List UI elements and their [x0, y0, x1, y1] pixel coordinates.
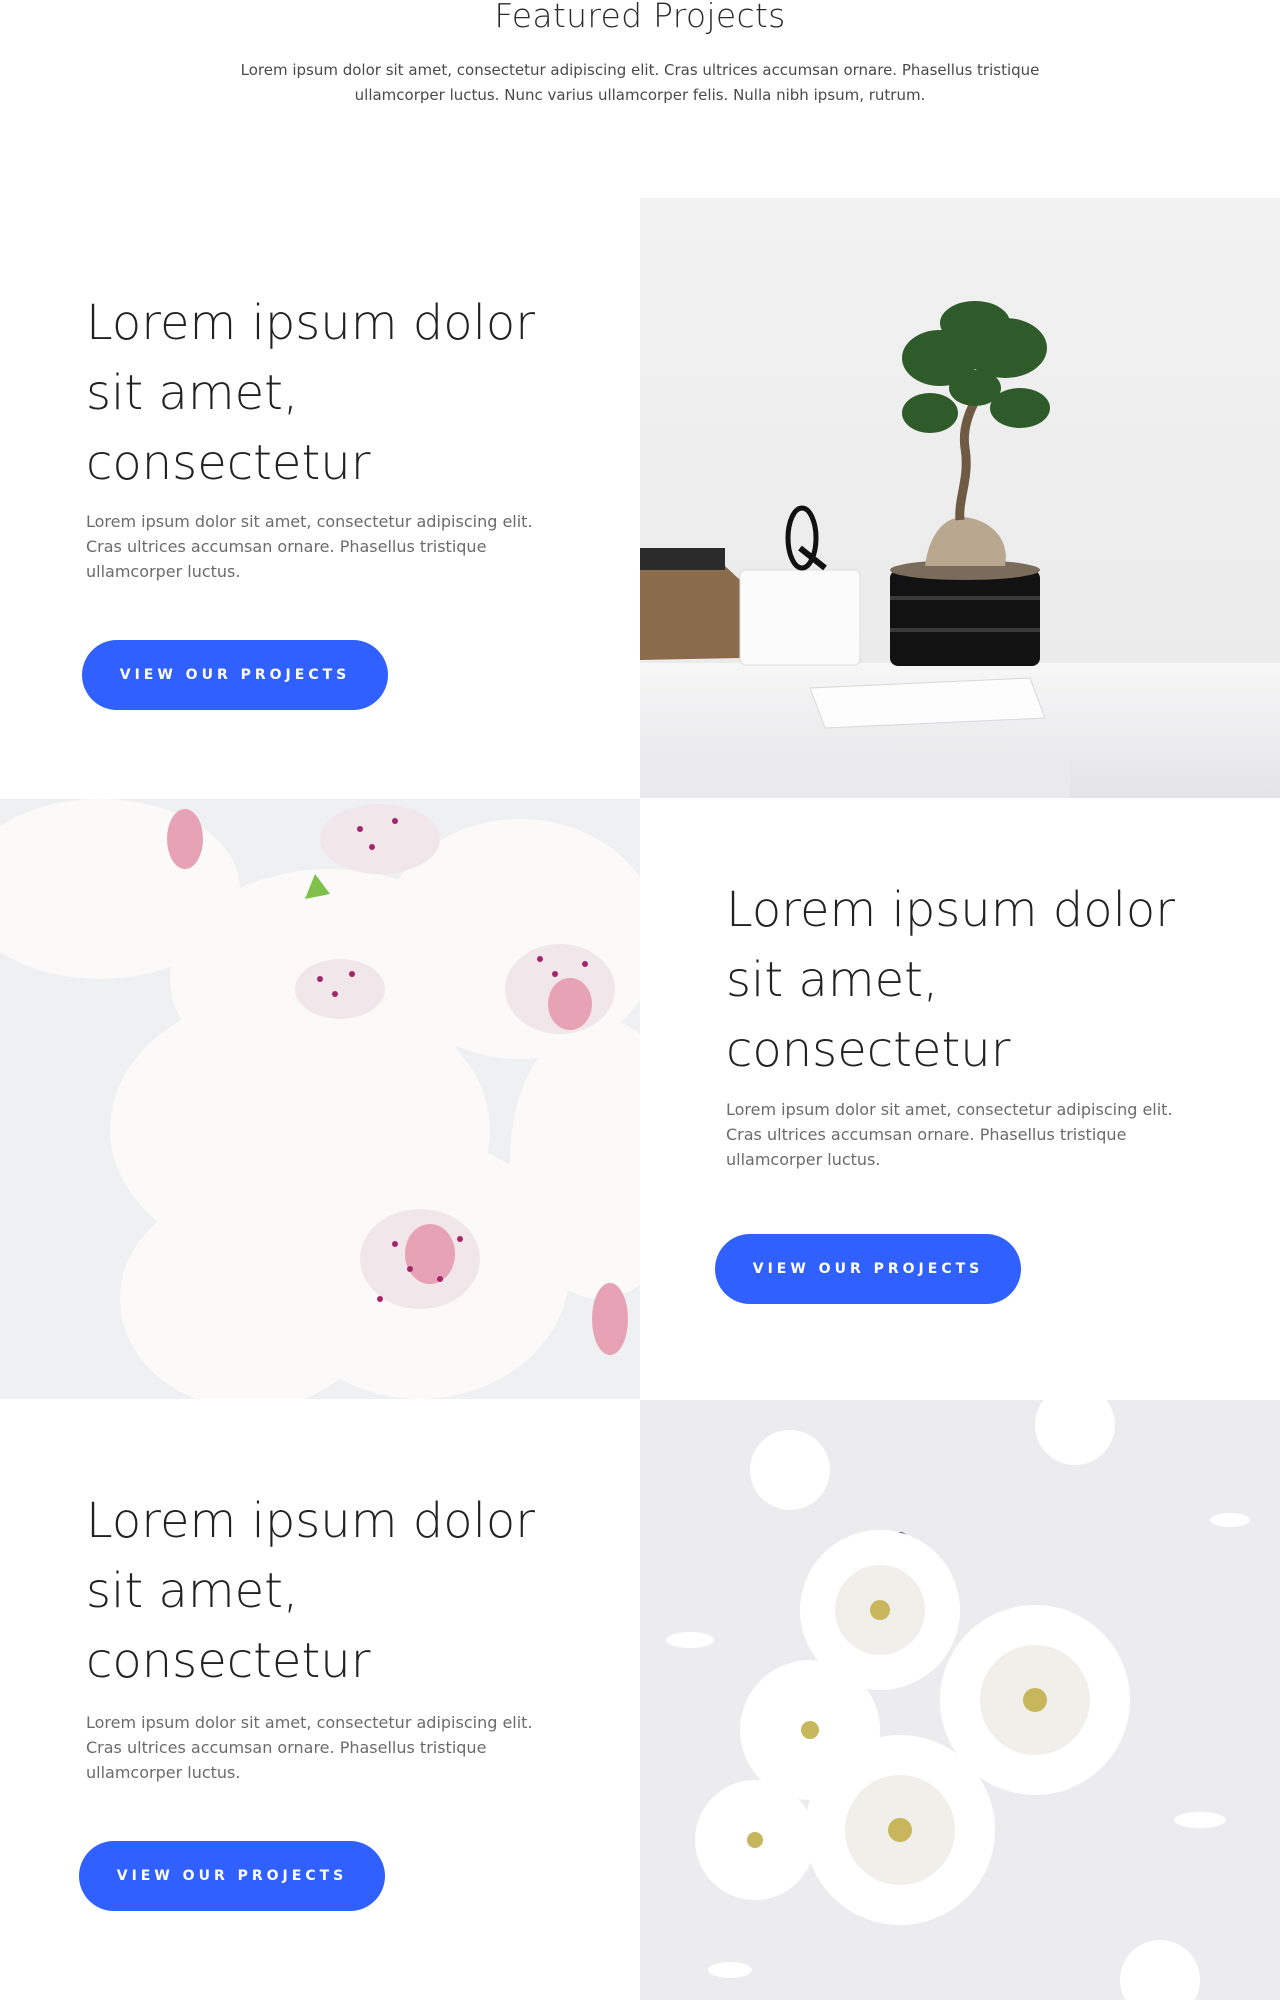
view-projects-button[interactable]: VIEW OUR PROJECTS — [82, 640, 388, 710]
project-image-chrysanthemums — [640, 1400, 1280, 2000]
project-row-2: Lorem ipsum dolor sit amet, consectetur … — [0, 799, 1280, 1399]
project-title: Lorem ipsum dolor sit amet, consectetur — [86, 1493, 536, 1689]
bonsai-desk-image — [640, 198, 1280, 798]
section-title: Featured Projects — [494, 0, 786, 35]
view-projects-button[interactable]: VIEW OUR PROJECTS — [715, 1234, 1021, 1304]
project-text-2: Lorem ipsum dolor sit amet, consectetur … — [640, 799, 1280, 1399]
project-text-3: Lorem ipsum dolor sit amet, consectetur … — [0, 1400, 640, 2000]
white-orchids-image — [0, 799, 640, 1399]
project-row-1: Lorem ipsum dolor sit amet, consectetur … — [0, 198, 1280, 798]
project-description: Lorem ipsum dolor sit amet, consectetur … — [86, 1713, 533, 1782]
project-title: Lorem ipsum dolor sit amet, consectetur — [86, 295, 536, 491]
project-description: Lorem ipsum dolor sit amet, consectetur … — [726, 1100, 1173, 1169]
project-row-3: Lorem ipsum dolor sit amet, consectetur … — [0, 1400, 1280, 2000]
featured-projects-header: Featured Projects Lorem ipsum dolor sit … — [0, 0, 1280, 198]
project-title: Lorem ipsum dolor sit amet, consectetur — [726, 882, 1176, 1078]
project-text-1: Lorem ipsum dolor sit amet, consectetur … — [0, 198, 640, 798]
project-description: Lorem ipsum dolor sit amet, consectetur … — [86, 512, 533, 581]
white-chrysanthemums-image — [640, 1400, 1280, 2000]
project-image-orchids — [0, 799, 640, 1399]
section-description: Lorem ipsum dolor sit amet, consectetur … — [240, 61, 1040, 104]
project-image-bonsai — [640, 198, 1280, 798]
view-projects-button[interactable]: VIEW OUR PROJECTS — [79, 1841, 385, 1911]
